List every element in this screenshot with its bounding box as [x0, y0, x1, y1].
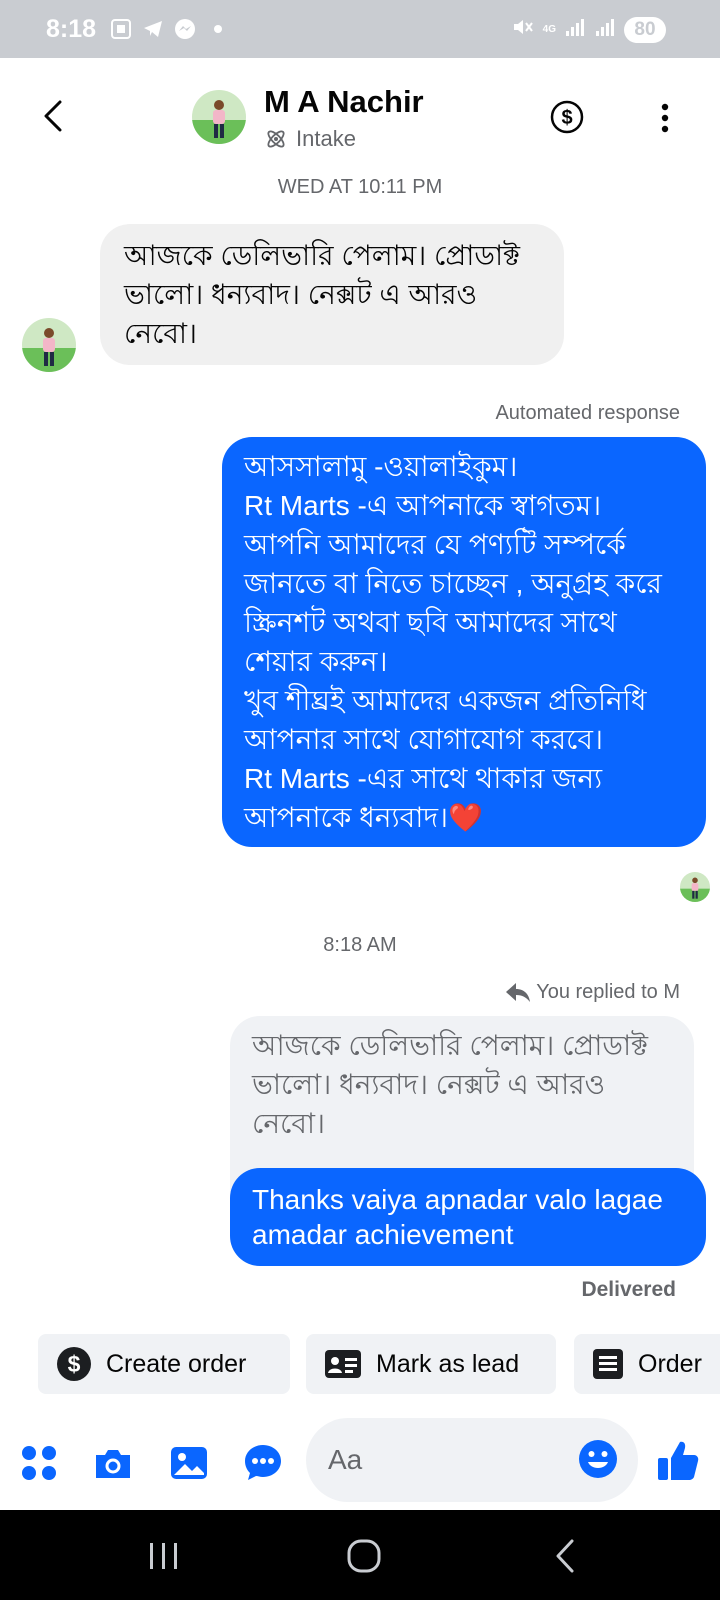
gallery-button[interactable]: [168, 1442, 210, 1484]
status-time: 8:18: [46, 15, 97, 43]
messenger-icon: [174, 18, 196, 40]
more-options-button[interactable]: [650, 102, 680, 134]
reply-label-text: You replied to M: [536, 980, 680, 1003]
like-icon: [658, 1441, 699, 1480]
message-line: জানতে বা নিতে চাচ্ছেন , অনুগ্রহ করে: [244, 568, 662, 599]
read-receipt-avatar: [680, 872, 710, 902]
recent-apps-button[interactable]: [144, 1536, 184, 1576]
outgoing-message[interactable]: Thanks vaiya apnadar valo lagae amadar a…: [230, 1168, 706, 1266]
avatar[interactable]: [192, 90, 246, 144]
intake-icon: [267, 130, 285, 148]
home-button[interactable]: [344, 1536, 384, 1576]
status-bar: 8:18 4G 80: [0, 0, 720, 58]
contact-name[interactable]: M A Nachir: [264, 84, 424, 120]
mute-icon: [511, 16, 535, 43]
contact-label[interactable]: Intake: [264, 126, 356, 152]
order-label: Order: [638, 1349, 702, 1378]
telegram-icon: [142, 18, 164, 40]
message-input-container[interactable]: [306, 1418, 638, 1502]
message-composer: [0, 1418, 720, 1510]
delivery-status: Delivered: [581, 1278, 676, 1301]
chat-button[interactable]: [242, 1442, 284, 1484]
outgoing-message[interactable]: আসসালামু -ওয়ালাইকুম। Rt Marts -এ আপনাকে…: [222, 437, 706, 847]
incoming-message[interactable]: আজকে ডেলিভারি পেলাম। প্রোডাক্ট ভালো। ধন্…: [100, 224, 564, 365]
chat-icon: [245, 1445, 281, 1480]
message-input[interactable]: [328, 1418, 568, 1502]
message-line: Rt Marts -এর সাথে থাকার জন্য: [244, 763, 603, 794]
like-button[interactable]: [656, 1438, 700, 1484]
contact-card-icon: [325, 1350, 361, 1378]
quoted-message[interactable]: আজকে ডেলিভারি পেলাম। প্রোডাক্ট ভালো। ধন্…: [230, 1016, 694, 1192]
list-icon: [593, 1349, 623, 1379]
back-icon: [44, 100, 62, 132]
avatar[interactable]: [22, 318, 76, 372]
reply-label: You replied to M: [504, 980, 680, 1004]
mark-as-lead-label: Mark as lead: [376, 1349, 520, 1378]
automated-response-label: Automated response: [495, 402, 680, 424]
mark-as-lead-button[interactable]: Mark as lead: [306, 1334, 556, 1394]
emoji-button[interactable]: [578, 1439, 618, 1479]
camera-button[interactable]: [92, 1442, 134, 1484]
dollar-icon: $: [57, 1347, 91, 1381]
message-timestamp: 8:18 AM: [323, 934, 397, 956]
message-timestamp: WED AT 10:11 PM: [277, 176, 443, 198]
message-line: আপনার সাথে যোগাযোগ করবে।: [244, 724, 604, 755]
emoji-icon: [579, 1440, 617, 1478]
more-icon: [661, 103, 669, 133]
conversation-header: M A Nachir Intake $: [0, 58, 720, 178]
message-line: আসসালামু -ওয়ালাইকুম।: [244, 451, 518, 482]
battery-indicator: 80: [624, 16, 666, 43]
notification-dot: [214, 25, 222, 33]
create-order-button[interactable]: $ Create order: [38, 1334, 290, 1394]
svg-text:$: $: [68, 1351, 81, 1377]
camera-icon: [96, 1450, 130, 1478]
message-line: আপনাকে ধন্যবাদ।❤️: [244, 802, 483, 833]
message-line: খুব শীঘ্রই আমাদের একজন প্রতিনিধি: [244, 685, 647, 716]
contact-label-text: Intake: [296, 126, 356, 151]
quick-actions-bar: $ Create order Mark as lead Order: [0, 1334, 720, 1396]
apps-icon: [22, 1446, 56, 1480]
system-back-button[interactable]: [546, 1536, 586, 1576]
message-line: আপনি আমাদের যে পণ্যটি সম্পর্কে: [244, 529, 626, 560]
system-navigation-bar: [0, 1510, 720, 1600]
apps-button[interactable]: [18, 1442, 60, 1484]
svg-text:$: $: [561, 107, 572, 129]
signal-icon: [564, 17, 586, 42]
message-line: স্ক্রিনশট অথবা ছবি আমাদের সাথে: [244, 607, 617, 638]
dollar-icon: $: [550, 100, 584, 134]
gallery-icon: [171, 1447, 207, 1479]
network-label: 4G: [542, 23, 556, 35]
screenshot-icon: [110, 18, 132, 40]
signal-icon: [594, 17, 616, 42]
create-order-label: Create order: [106, 1349, 247, 1378]
recent-apps-icon: [150, 1543, 177, 1569]
back-button[interactable]: [36, 96, 72, 136]
reply-icon: [506, 983, 531, 1002]
order-button[interactable]: Order: [574, 1334, 720, 1394]
back-icon: [556, 1539, 574, 1573]
message-line: Rt Marts -এ আপনাকে স্বাগতম।: [244, 490, 602, 521]
message-line: শেয়ার করুন।: [244, 646, 388, 677]
home-icon: [347, 1539, 381, 1573]
payment-button[interactable]: $: [550, 100, 584, 134]
